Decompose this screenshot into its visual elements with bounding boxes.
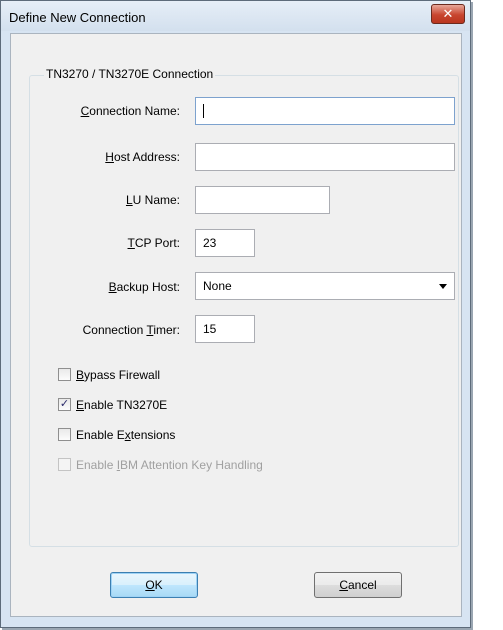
backup-host-select[interactable]: None xyxy=(195,272,455,300)
checkbox-box[interactable] xyxy=(58,368,71,381)
check-icon[interactable]: ✓ xyxy=(58,398,71,411)
text-caret xyxy=(203,103,204,118)
cancel-button[interactable]: Cancel xyxy=(314,572,402,598)
close-button[interactable]: ✕ xyxy=(431,4,465,24)
connection-name-input[interactable] xyxy=(195,97,455,125)
title-bar[interactable]: Define New Connection ✕ xyxy=(1,1,470,31)
host-address-input[interactable] xyxy=(195,143,455,171)
chevron-down-icon[interactable] xyxy=(439,284,447,289)
lu-name-input[interactable] xyxy=(195,186,330,214)
checkbox-box[interactable] xyxy=(58,428,71,441)
checkbox-label: Enable IBM Attention Key Handling xyxy=(76,458,263,472)
checkbox-label: Bypass Firewall xyxy=(76,368,161,382)
checkbox-label: Enable Extensions xyxy=(76,428,176,442)
backup-host-label: Backup Host: xyxy=(108,280,180,294)
checkbox-label: Enable TN3270E xyxy=(76,398,168,412)
checkbox-box xyxy=(58,458,71,471)
dialog-title: Define New Connection xyxy=(9,10,146,25)
close-icon: ✕ xyxy=(442,6,454,21)
ok-button[interactable]: OK xyxy=(110,572,198,598)
lu-name-label: LU Name: xyxy=(125,193,180,207)
tcp-port-label: TCP Port: xyxy=(127,236,180,250)
group-label: TN3270 / TN3270E Connection xyxy=(44,67,216,81)
connection-timer-label: Connection Timer: xyxy=(82,323,180,337)
connection-timer-input[interactable]: 15 xyxy=(195,315,255,343)
connection-name-label: Connection Name: xyxy=(80,104,180,118)
host-address-label: Host Address: xyxy=(105,150,180,164)
tcp-port-input[interactable]: 23 xyxy=(195,229,255,257)
